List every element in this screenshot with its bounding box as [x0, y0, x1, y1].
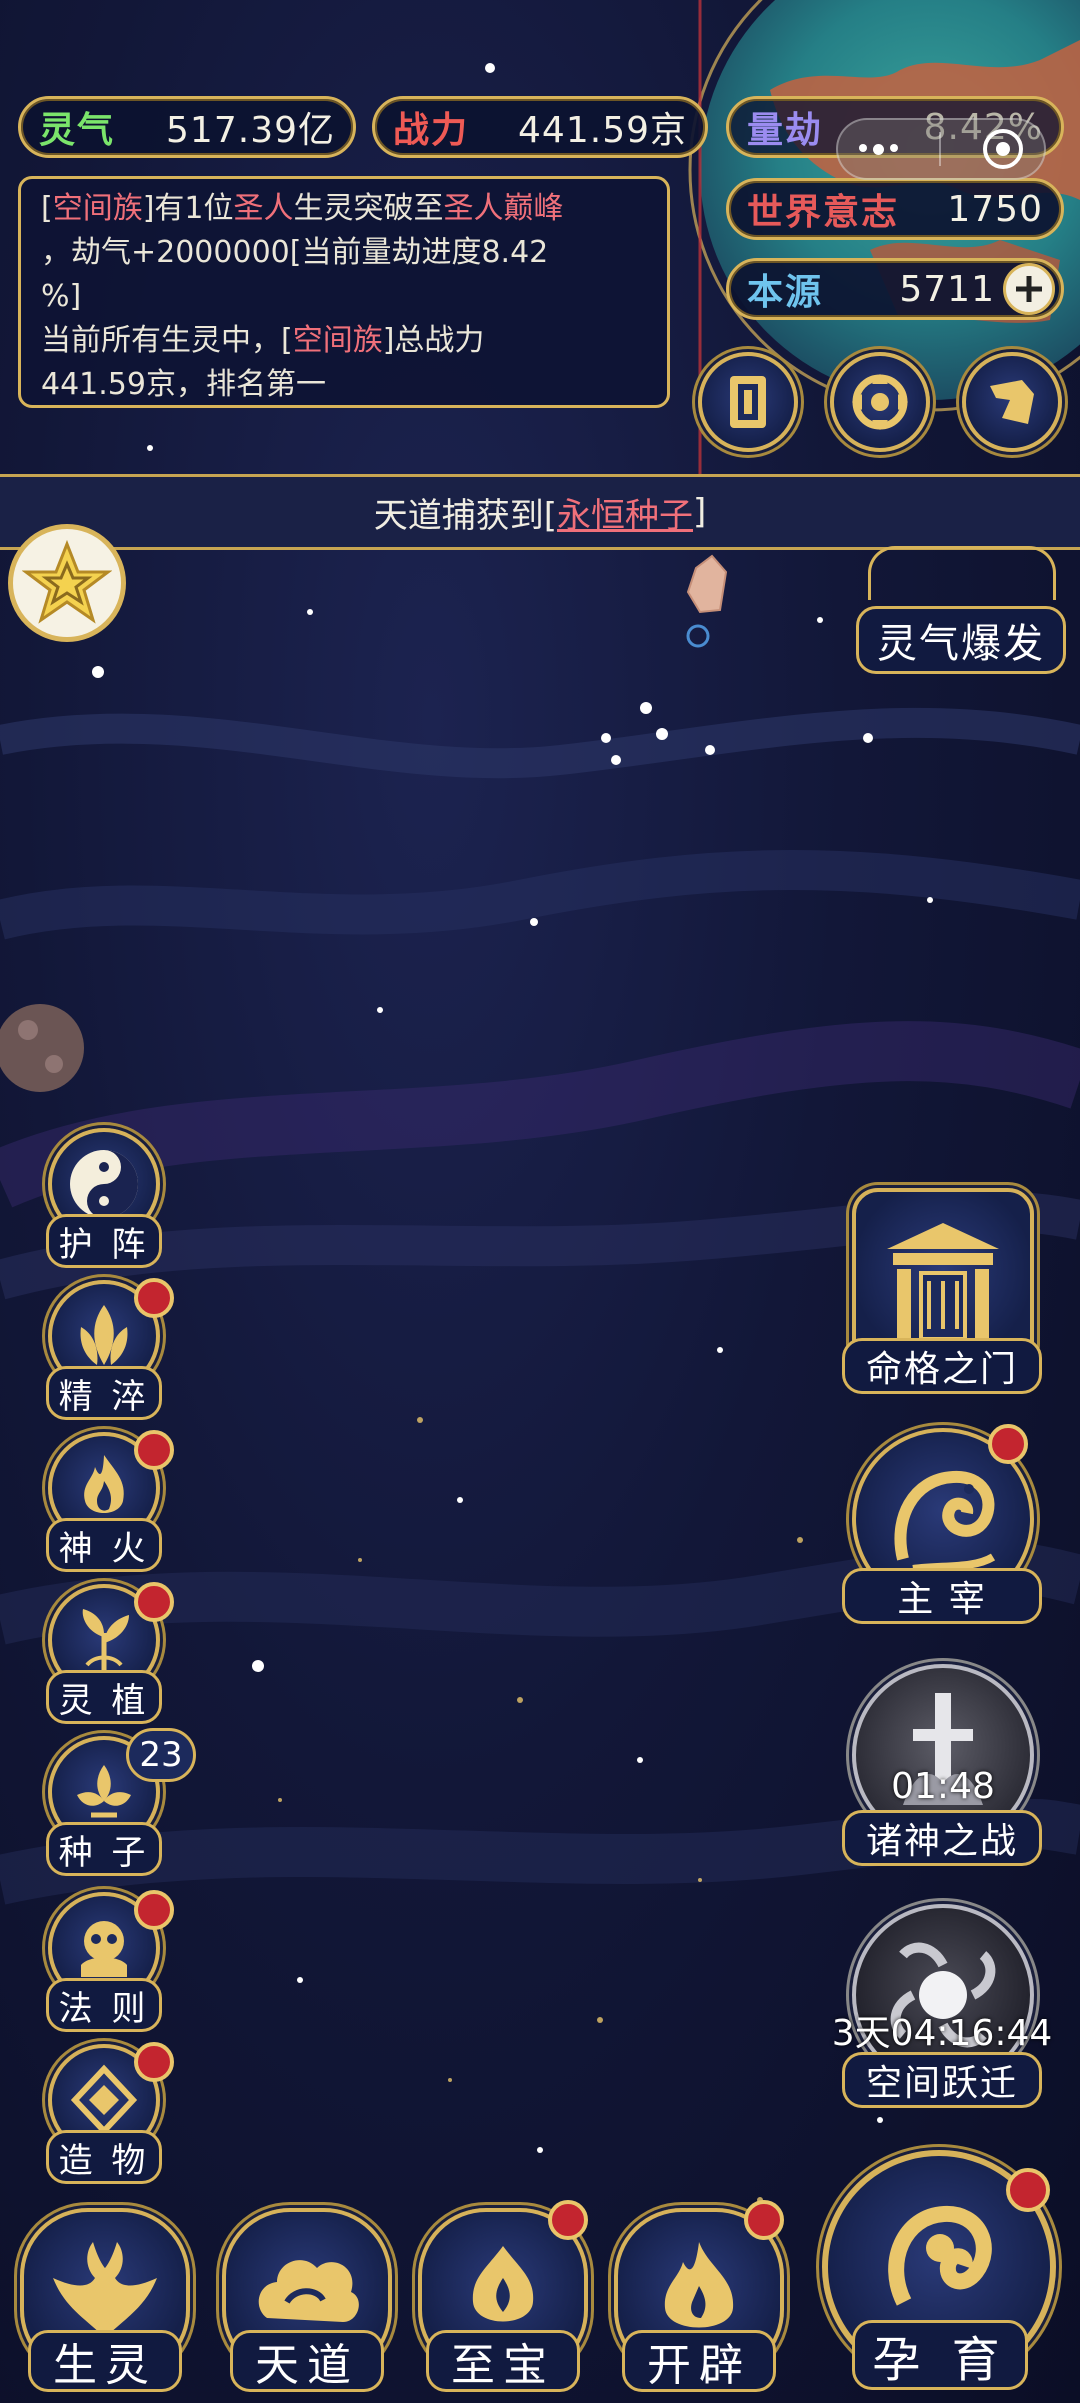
spirit-burst-button[interactable]: 灵气爆发: [856, 606, 1066, 674]
rotate-button[interactable]: [830, 352, 930, 452]
star-achievement-button[interactable]: [8, 524, 126, 642]
zhanli-value: 441.59京: [518, 110, 687, 151]
zhanli-stat: 战力 441.59京: [372, 96, 708, 158]
jingcui-label: 精 淬: [46, 1366, 162, 1420]
lingqi-value: 517.39亿: [166, 110, 335, 151]
world-will-stat: 世界意志 1750: [726, 178, 1064, 240]
world-will-value: 1750: [947, 188, 1043, 230]
zhibao-label: 至宝: [426, 2330, 580, 2392]
lingzhi-label: 灵 植: [46, 1670, 162, 1724]
side-button-lingzhi[interactable]: 灵 植: [38, 1582, 174, 1734]
card-icon: [730, 376, 766, 428]
card-button[interactable]: [698, 352, 798, 452]
seed-count-badge: 23: [126, 1728, 196, 1782]
zhibao-red-dot: [548, 2200, 588, 2240]
spin-icon: [852, 374, 908, 430]
close-miniprogram-icon[interactable]: [983, 129, 1024, 169]
huzhen-label: 护 阵: [46, 1214, 162, 1268]
log-line-5: 441.59京，排名第一: [41, 367, 326, 402]
shengling-label: 生灵: [28, 2330, 182, 2392]
world-will-label: 世界意志: [747, 192, 900, 233]
liangjie-label: 量劫: [747, 110, 824, 151]
faze-label: 法 则: [46, 1978, 162, 2032]
kaipi-red-dot: [744, 2200, 784, 2240]
nav-yunyu[interactable]: 孕 育: [812, 2140, 1072, 2400]
event-log-panel: [空间族]有1位圣人生灵突破至圣人巅峰 ，劫气+2000000[当前量劫进度8.…: [18, 176, 670, 408]
destiny-gate-label: 命格之门: [842, 1338, 1042, 1394]
benyuan-label: 本源: [747, 272, 824, 313]
captured-item-link[interactable]: 永恒种子: [557, 488, 693, 537]
side-button-jingcui[interactable]: 精 淬: [38, 1278, 174, 1430]
log-line-3: %]: [41, 279, 82, 314]
side-button-zaowu[interactable]: 造 物: [38, 2042, 174, 2194]
log-line-2: ，劫气+2000000[当前量劫进度8.42: [41, 235, 549, 270]
war-of-gods-label: 诸神之战: [842, 1810, 1042, 1866]
scroll-button[interactable]: [962, 352, 1062, 452]
faze-red-dot: [134, 1890, 174, 1930]
burst-crown: [868, 546, 1056, 600]
shenhuo-red-dot: [134, 1430, 174, 1470]
star-icon: [22, 539, 112, 624]
more-icon[interactable]: [858, 143, 898, 155]
yunyu-red-dot: [1006, 2168, 1050, 2212]
zaowu-label: 造 物: [46, 2130, 162, 2184]
zhanli-label: 战力: [393, 110, 470, 151]
log-line-1: [空间族]有1位圣人生灵突破至圣人巅峰: [41, 191, 564, 226]
nav-shengling[interactable]: 生灵: [10, 2200, 200, 2392]
log-line-4: 当前所有生灵中，[空间族]总战力: [41, 323, 485, 358]
lingzhi-red-dot: [134, 1582, 174, 1622]
side-button-shenhuo[interactable]: 神 火: [38, 1430, 174, 1582]
space-jump-label: 空间跃迁: [842, 2052, 1042, 2108]
space-jump-timer: 3天04:16:44: [831, 2013, 1053, 2054]
nav-kaipi[interactable]: 开辟: [604, 2200, 794, 2392]
yunyu-label: 孕 育: [852, 2320, 1028, 2390]
nav-zhibao[interactable]: 至宝: [408, 2200, 598, 2392]
benyuan-stat: 本源 5711: [726, 258, 1064, 320]
zhongzi-label: 种 子: [46, 1822, 162, 1876]
war-timer: 01:48: [891, 1766, 995, 1807]
scroll-icon: [990, 380, 1034, 424]
add-benyuan-button[interactable]: [1003, 263, 1055, 315]
miniprogram-capsule: [836, 118, 1046, 180]
ruler-red-dot: [988, 1424, 1028, 1464]
banner-prefix: 天道捕获到[: [373, 495, 557, 536]
tiandao-label: 天道: [230, 2330, 384, 2392]
ruler-label: 主 宰: [842, 1568, 1042, 1624]
zaowu-red-dot: [134, 2042, 174, 2082]
lingqi-label: 灵气: [39, 110, 116, 151]
side-button-faze[interactable]: 法 则: [38, 1890, 174, 2042]
kaipi-label: 开辟: [622, 2330, 776, 2392]
lingqi-stat: 灵气 517.39亿: [18, 96, 356, 158]
banner-suffix: ]: [693, 492, 707, 532]
nav-tiandao[interactable]: 天道: [212, 2200, 402, 2392]
side-button-zhongzi[interactable]: 23 种 子: [38, 1728, 196, 1886]
jingcui-red-dot: [134, 1278, 174, 1318]
benyuan-value: 5711: [899, 268, 995, 310]
capture-banner: 天道捕获到[永恒种子]: [0, 474, 1080, 550]
shenhuo-label: 神 火: [46, 1518, 162, 1572]
plus-icon: [1016, 276, 1042, 302]
side-button-huzhen[interactable]: 护 阵: [38, 1128, 168, 1278]
